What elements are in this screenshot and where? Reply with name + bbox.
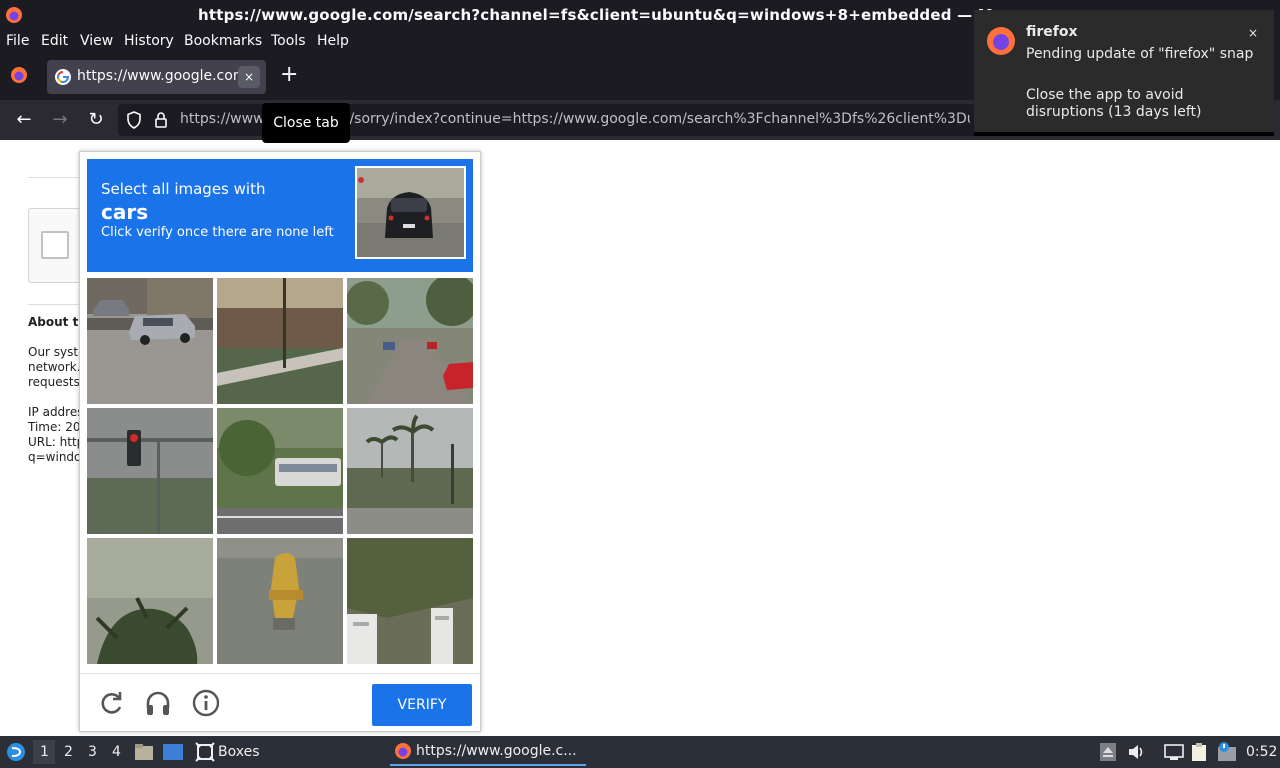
page-para-line: network.: [28, 360, 81, 374]
firefox-logo-icon: [394, 742, 412, 764]
forward-icon[interactable]: →: [48, 108, 72, 132]
tile-fire-hydrant[interactable]: [217, 538, 343, 664]
window-title: https://www.google.com/search?channel=fs…: [198, 6, 993, 24]
reload-challenge-icon[interactable]: [96, 688, 126, 718]
recaptcha-checkbox[interactable]: [41, 231, 69, 259]
info-icon[interactable]: [191, 688, 221, 718]
captcha-sample-image: [355, 166, 466, 259]
menu-tools[interactable]: Tools: [271, 33, 306, 49]
workspace-1[interactable]: 1: [40, 744, 49, 760]
page-info-line: Time: 20: [28, 420, 81, 434]
notification-body: Close the app to avoid disruptions (13 d…: [1026, 87, 1202, 120]
page-info-line: URL: http: [28, 435, 85, 449]
update-notification: firefox Pending update of "firefox" snap…: [974, 10, 1274, 136]
new-tab-button[interactable]: +: [280, 63, 298, 87]
firefox-view-icon[interactable]: [10, 66, 28, 88]
workspace-4[interactable]: 4: [112, 744, 121, 760]
captcha-hint: Click verify once there are none left: [101, 225, 334, 240]
notification-body: Pending update of "firefox" snap: [1026, 46, 1254, 62]
menu-file[interactable]: File: [6, 33, 29, 49]
tab-title: https://www.google.com/sorry/index: [77, 68, 253, 84]
network-icon[interactable]: [1164, 743, 1184, 765]
firefox-logo-icon: [986, 26, 1016, 60]
captcha-challenge: Select all images with cars Click verify…: [79, 151, 481, 732]
menu-history[interactable]: History: [124, 33, 174, 49]
app-menu-icon[interactable]: [6, 742, 26, 766]
tile-palm-trees-road[interactable]: [347, 408, 473, 534]
headphones-icon[interactable]: [143, 688, 173, 718]
tab-google[interactable]: https://www.google.com/sorry/index ×: [47, 60, 266, 94]
taskbar-window-label: https://www.google.c...: [416, 743, 577, 759]
workspace-3[interactable]: 3: [88, 744, 97, 760]
eject-icon[interactable]: [1100, 743, 1116, 765]
google-favicon-icon: [55, 69, 71, 85]
menu-bookmarks[interactable]: Bookmarks: [184, 33, 262, 49]
desktop-icon[interactable]: [162, 743, 184, 765]
file-manager-icon[interactable]: [134, 743, 154, 765]
reload-icon[interactable]: ↻: [84, 108, 108, 132]
volume-icon[interactable]: [1127, 743, 1145, 765]
tile-crosswalk-hill[interactable]: [347, 538, 473, 664]
notification-close-button[interactable]: ×: [1248, 26, 1258, 40]
boxes-icon[interactable]: [195, 742, 215, 766]
menu-edit[interactable]: Edit: [41, 33, 68, 49]
verify-button[interactable]: VERIFY: [372, 684, 472, 726]
back-icon[interactable]: ←: [12, 108, 36, 132]
url-bar[interactable]: https://www.google.com/sorry/index?conti…: [118, 104, 978, 136]
menu-view[interactable]: View: [80, 33, 113, 49]
menu-help[interactable]: Help: [317, 33, 349, 49]
shield-icon[interactable]: [126, 111, 142, 133]
captcha-image-grid: [87, 278, 473, 664]
captcha-header: Select all images with cars Click verify…: [87, 159, 473, 272]
clock: 0:52: [1246, 744, 1278, 760]
tile-street-silver-car[interactable]: [87, 278, 213, 404]
taskbar-window-firefox[interactable]: https://www.google.c...: [390, 738, 586, 766]
tile-garden-flowers[interactable]: [217, 278, 343, 404]
page-info-line: IP addres: [28, 405, 84, 419]
captcha-instruction: Select all images with: [101, 180, 266, 198]
lock-icon[interactable]: [154, 111, 168, 133]
close-tab-button[interactable]: ×: [238, 66, 260, 88]
tile-road-red-car[interactable]: [347, 278, 473, 404]
firefox-logo-icon: [5, 6, 23, 28]
tile-bus-trees[interactable]: [217, 408, 343, 534]
close-tab-tooltip: Close tab: [262, 103, 350, 143]
tile-traffic-light[interactable]: [87, 408, 213, 534]
captcha-target: cars: [101, 200, 149, 224]
notification-title: firefox: [1026, 24, 1078, 40]
boxes-label[interactable]: Boxes: [218, 744, 260, 760]
page-para-line: Our syste: [28, 345, 86, 359]
workspace-2[interactable]: 2: [64, 744, 73, 760]
taskbar: 1 2 3 4 Boxes https://www.google.c... 0:…: [0, 736, 1280, 768]
updates-icon[interactable]: [1216, 741, 1238, 767]
clipboard-icon[interactable]: [1190, 742, 1208, 766]
page-para-line: requests: [28, 375, 80, 389]
tile-palm-plant[interactable]: [87, 538, 213, 664]
captcha-footer: VERIFY: [80, 673, 480, 731]
